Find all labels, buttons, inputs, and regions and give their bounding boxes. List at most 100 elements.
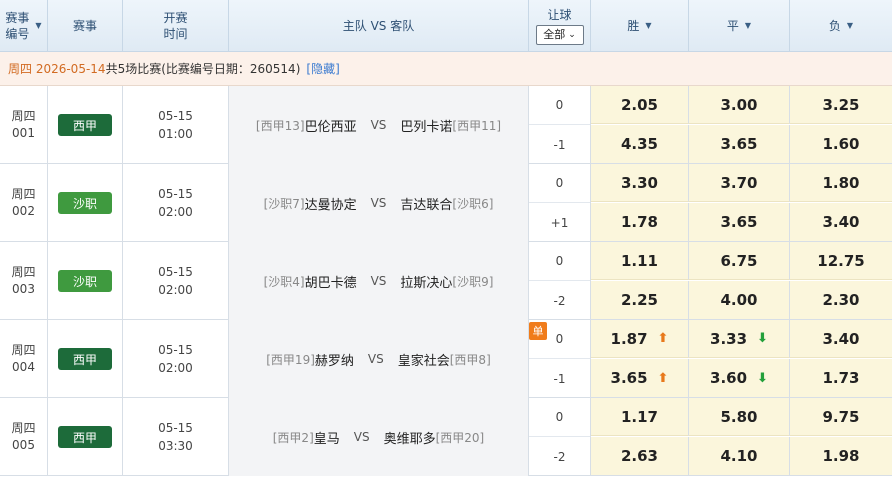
odds-lose[interactable]: 2.30: [790, 281, 892, 319]
kickoff-clock: 03:30: [158, 439, 193, 453]
odds-win[interactable]: 1.11: [591, 242, 689, 280]
odds-win[interactable]: 2.05: [591, 86, 689, 124]
handicap-value: -1: [553, 371, 566, 386]
home-team[interactable]: 赫罗纳: [315, 350, 354, 369]
kickoff-time: 05-15 02:00: [123, 242, 229, 320]
league-cell: 沙职: [48, 164, 123, 242]
odds-win-value: 2.05: [620, 95, 658, 114]
header-num-line2: 编号: [5, 27, 30, 41]
odds-win[interactable]: 1.17: [591, 398, 689, 436]
select-chevron-icon: ⌄: [568, 30, 576, 40]
odds-draw[interactable]: 6.75: [689, 242, 790, 280]
table-row: 周四 004 西甲 05-15 02:00 [西甲19] 赫罗纳 VS 皇家社会…: [0, 320, 892, 398]
header-match-num[interactable]: 赛事 编号 ▼: [0, 0, 48, 52]
odds-draw-value: 3.33: [710, 329, 748, 348]
arrow-up-icon: ⬆: [657, 331, 669, 346]
single-badge: 单: [529, 322, 547, 340]
league-badge[interactable]: 西甲: [58, 348, 112, 370]
odds-draw[interactable]: 5.80: [689, 398, 790, 436]
odds-lose[interactable]: 1.98: [790, 437, 892, 475]
handicap-value: +1: [550, 215, 569, 230]
odds-lose[interactable]: 3.40: [790, 203, 892, 241]
home-rank: [西甲13]: [255, 118, 305, 133]
kickoff-clock: 02:00: [158, 283, 193, 297]
odds-lose-value: 2.30: [822, 291, 860, 309]
odds-win[interactable]: 1.78: [591, 203, 689, 241]
handicap-value: -2: [553, 449, 566, 464]
match-number: 周四 004: [0, 320, 48, 398]
match-number: 周四 003: [0, 242, 48, 320]
odds-draw-value: 3.65: [720, 213, 758, 231]
odds-draw[interactable]: 3.00: [689, 86, 790, 124]
header-win[interactable]: 胜 ▼: [591, 0, 689, 52]
odds-win[interactable]: 2.63: [591, 437, 689, 475]
odds-lose-value: 1.80: [822, 173, 860, 192]
handicap-select-value: 全部: [543, 28, 566, 41]
odds-draw-value: 4.10: [720, 447, 758, 465]
home-team[interactable]: 胡巴卡德: [305, 272, 357, 291]
odds-win[interactable]: 3.65 ⬆: [591, 359, 689, 397]
league-badge[interactable]: 沙职: [58, 270, 112, 292]
handicap-cell: 0 -2: [529, 242, 591, 320]
kickoff-clock: 02:00: [158, 361, 193, 375]
handicap-cell: 0 -2: [529, 398, 591, 476]
odds-draw[interactable]: 3.70: [689, 164, 790, 202]
kickoff-time: 05-15 01:00: [123, 86, 229, 164]
odds-draw[interactable]: 3.60 ⬇: [689, 359, 790, 397]
odds-draw[interactable]: 3.65: [689, 125, 790, 163]
table-row: 周四 002 沙职 05-15 02:00 [沙职7] 达曼协定 VS 吉达联合…: [0, 164, 892, 242]
kickoff-date: 05-15: [158, 187, 193, 201]
odds-win[interactable]: 3.30: [591, 164, 689, 202]
odds-lose[interactable]: 3.40: [790, 320, 892, 358]
odds-lose[interactable]: 12.75: [790, 242, 892, 280]
away-team[interactable]: 皇家社会: [398, 350, 450, 369]
vs-label: VS: [367, 352, 384, 366]
kickoff-clock: 01:00: [158, 127, 193, 141]
match-table: 赛事 编号 ▼ 赛事 开赛 时间 主队 VS 客队 让球 全部 ⌄ 胜 ▼ 平 …: [0, 0, 892, 477]
odds-draw[interactable]: 4.00: [689, 281, 790, 319]
home-team[interactable]: 皇马: [314, 428, 340, 447]
caret-down-icon: ▼: [35, 21, 42, 30]
odds-lose[interactable]: 1.73: [790, 359, 892, 397]
odds-draw[interactable]: 3.33 ⬇: [689, 320, 790, 358]
odds-win[interactable]: 4.35: [591, 125, 689, 163]
odds-win-value: 1.17: [620, 407, 658, 426]
away-team[interactable]: 巴列卡诺: [400, 116, 452, 135]
header-teams: 主队 VS 客队: [229, 0, 529, 52]
away-rank: [西甲11]: [452, 118, 502, 133]
teams-cell: [西甲19] 赫罗纳 VS 皇家社会 [西甲8]: [229, 320, 529, 398]
odds-lose-value: 12.75: [817, 251, 865, 270]
away-team[interactable]: 拉斯决心: [400, 272, 452, 291]
match-day: 周四: [11, 421, 36, 435]
odds-draw[interactable]: 4.10: [689, 437, 790, 475]
header-lose[interactable]: 负 ▼: [790, 0, 892, 52]
odds-lose[interactable]: 9.75: [790, 398, 892, 436]
away-team[interactable]: 吉达联合: [400, 194, 452, 213]
header-teams-label: 主队 VS 客队: [342, 19, 415, 33]
odds-lose[interactable]: 1.80: [790, 164, 892, 202]
home-team[interactable]: 巴伦西亚: [305, 116, 357, 135]
league-badge[interactable]: 西甲: [58, 114, 112, 136]
league-badge[interactable]: 西甲: [58, 426, 112, 448]
header-draw-label: 平: [726, 19, 739, 33]
match-number: 周四 001: [0, 86, 48, 164]
odds-draw[interactable]: 3.65: [689, 203, 790, 241]
odds-lose[interactable]: 3.25: [790, 86, 892, 124]
home-team[interactable]: 达曼协定: [305, 194, 357, 213]
odds-lose[interactable]: 1.60: [790, 125, 892, 163]
caret-down-icon: ▼: [645, 21, 652, 30]
header-draw[interactable]: 平 ▼: [689, 0, 790, 52]
odds-win[interactable]: 1.87 ⬆: [591, 320, 689, 358]
league-badge[interactable]: 沙职: [58, 192, 112, 214]
odds-win[interactable]: 2.25: [591, 281, 689, 319]
away-team[interactable]: 奥维耶多: [384, 428, 436, 447]
hide-link[interactable]: [隐藏]: [306, 60, 339, 77]
match-code: 004: [12, 360, 35, 374]
kickoff-time: 05-15 03:30: [123, 398, 229, 476]
match-code: 002: [12, 204, 35, 218]
away-rank: [沙职6]: [452, 196, 494, 211]
odds-lose-value: 3.40: [822, 213, 860, 231]
match-day: 周四: [11, 343, 36, 357]
odds-lose-value: 3.40: [822, 329, 860, 348]
handicap-select[interactable]: 全部 ⌄: [535, 25, 584, 45]
